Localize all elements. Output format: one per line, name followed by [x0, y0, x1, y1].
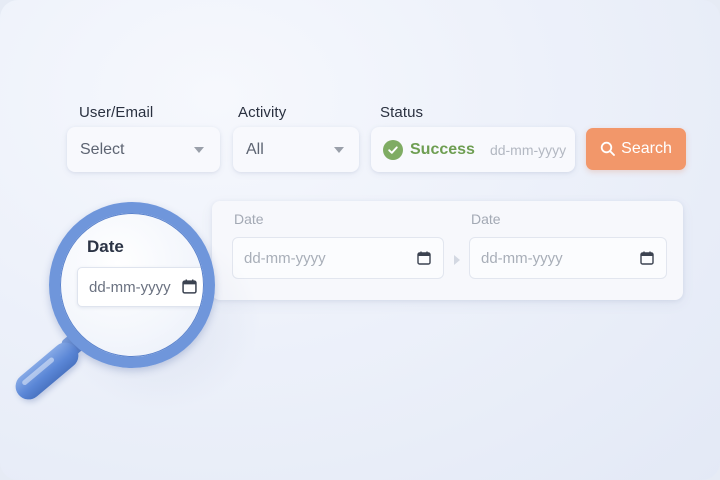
background-canvas: User/Email Activity Status Select All Su…: [0, 0, 720, 480]
chevron-down-icon: [334, 147, 344, 153]
date-range-panel: Date dd-mm-yyyy Date dd-mm-yyyy: [212, 201, 683, 300]
user-email-value: Select: [80, 140, 125, 158]
status-value: Success: [410, 140, 475, 158]
status-date-placeholder: dd-mm-yyyy: [489, 141, 567, 158]
status-select[interactable]: Success dd-mm-yyyy: [371, 127, 575, 172]
user-email-label: User/Email: [79, 104, 154, 121]
activity-select[interactable]: All: [233, 127, 359, 172]
calendar-icon[interactable]: [640, 251, 654, 265]
start-date-placeholder: dd-mm-yyyy: [244, 249, 326, 267]
activity-value: All: [246, 140, 264, 158]
user-email-select[interactable]: Select: [67, 127, 220, 172]
end-date-input[interactable]: dd-mm-yyyy: [469, 237, 667, 279]
start-date-input[interactable]: dd-mm-yyyy: [232, 237, 444, 279]
activity-label: Activity: [238, 104, 287, 121]
chevron-down-icon: [194, 147, 204, 153]
status-label: Status: [380, 104, 424, 121]
end-date-placeholder: dd-mm-yyyy: [481, 249, 563, 267]
check-circle-icon: [383, 139, 403, 160]
search-icon: [600, 141, 616, 156]
start-date-label: Date: [234, 211, 264, 227]
search-button-label: Search: [621, 140, 672, 157]
search-button[interactable]: Search: [586, 128, 686, 170]
end-date-label: Date: [471, 211, 501, 227]
calendar-icon[interactable]: [417, 251, 431, 265]
range-separator-arrow: [454, 255, 460, 265]
magnifier-handle: [10, 337, 84, 405]
magnifier-ring: [49, 202, 215, 368]
